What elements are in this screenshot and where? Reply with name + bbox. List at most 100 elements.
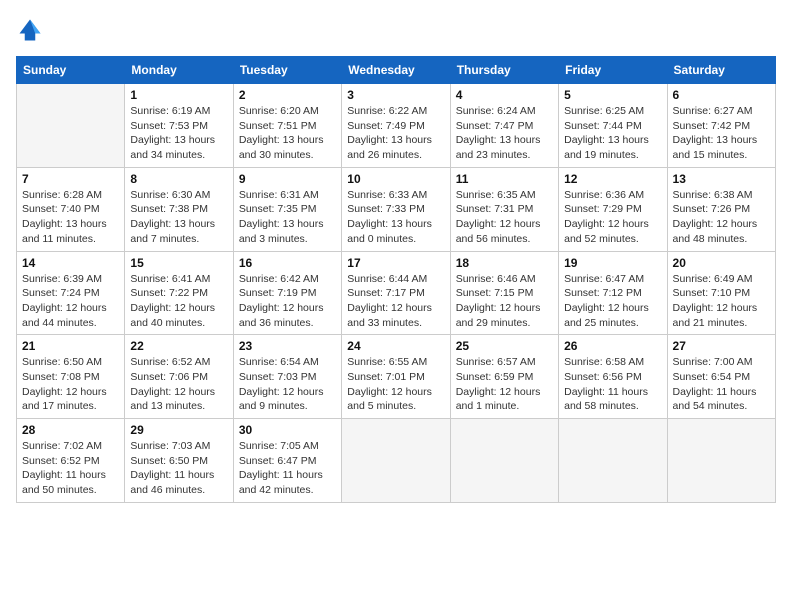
day-number: 23 [239,339,336,353]
calendar-table: SundayMondayTuesdayWednesdayThursdayFrid… [16,56,776,503]
day-number: 24 [347,339,444,353]
day-number: 10 [347,172,444,186]
day-detail: Sunrise: 7:05 AM Sunset: 6:47 PM Dayligh… [239,439,336,498]
calendar-cell: 26 Sunrise: 6:58 AM Sunset: 6:56 PM Dayli… [559,335,667,419]
calendar-cell: 6 Sunrise: 6:27 AM Sunset: 7:42 PM Daylig… [667,84,775,168]
calendar-cell: 12 Sunrise: 6:36 AM Sunset: 7:29 PM Dayli… [559,167,667,251]
day-detail: Sunrise: 6:38 AM Sunset: 7:26 PM Dayligh… [673,188,770,247]
calendar-cell [667,419,775,503]
calendar-cell: 13 Sunrise: 6:38 AM Sunset: 7:26 PM Dayli… [667,167,775,251]
day-number: 5 [564,88,661,102]
day-detail: Sunrise: 6:35 AM Sunset: 7:31 PM Dayligh… [456,188,553,247]
weekday-header-monday: Monday [125,57,233,84]
day-number: 15 [130,256,227,270]
week-row-5: 28 Sunrise: 7:02 AM Sunset: 6:52 PM Dayli… [17,419,776,503]
day-detail: Sunrise: 6:41 AM Sunset: 7:22 PM Dayligh… [130,272,227,331]
day-detail: Sunrise: 6:25 AM Sunset: 7:44 PM Dayligh… [564,104,661,163]
day-detail: Sunrise: 6:19 AM Sunset: 7:53 PM Dayligh… [130,104,227,163]
calendar-cell: 19 Sunrise: 6:47 AM Sunset: 7:12 PM Dayli… [559,251,667,335]
calendar-cell: 23 Sunrise: 6:54 AM Sunset: 7:03 PM Dayli… [233,335,341,419]
day-number: 22 [130,339,227,353]
day-number: 12 [564,172,661,186]
day-detail: Sunrise: 6:49 AM Sunset: 7:10 PM Dayligh… [673,272,770,331]
calendar-cell [17,84,125,168]
calendar-cell [450,419,558,503]
calendar-cell: 25Sunrise: 6:57 AM Sunset: 6:59 PM Dayli… [450,335,558,419]
day-detail: Sunrise: 6:44 AM Sunset: 7:17 PM Dayligh… [347,272,444,331]
calendar-cell [559,419,667,503]
day-detail: Sunrise: 6:27 AM Sunset: 7:42 PM Dayligh… [673,104,770,163]
day-detail: Sunrise: 6:47 AM Sunset: 7:12 PM Dayligh… [564,272,661,331]
calendar-cell: 27 Sunrise: 7:00 AM Sunset: 6:54 PM Dayli… [667,335,775,419]
day-detail: Sunrise: 6:39 AM Sunset: 7:24 PM Dayligh… [22,272,119,331]
day-number: 6 [673,88,770,102]
calendar-cell: 17 Sunrise: 6:44 AM Sunset: 7:17 PM Dayli… [342,251,450,335]
calendar-cell: 8 Sunrise: 6:30 AM Sunset: 7:38 PM Daylig… [125,167,233,251]
calendar-cell: 14 Sunrise: 6:39 AM Sunset: 7:24 PM Dayli… [17,251,125,335]
page-header [16,16,776,44]
weekday-header-sunday: Sunday [17,57,125,84]
day-detail: Sunrise: 6:20 AM Sunset: 7:51 PM Dayligh… [239,104,336,163]
day-number: 19 [564,256,661,270]
day-number: 9 [239,172,336,186]
weekday-header-friday: Friday [559,57,667,84]
day-number: 17 [347,256,444,270]
calendar-cell: 4Sunrise: 6:24 AM Sunset: 7:47 PM Daylig… [450,84,558,168]
day-detail: Sunrise: 6:36 AM Sunset: 7:29 PM Dayligh… [564,188,661,247]
week-row-4: 21 Sunrise: 6:50 AM Sunset: 7:08 PM Dayli… [17,335,776,419]
week-row-1: 1 Sunrise: 6:19 AM Sunset: 7:53 PM Daylig… [17,84,776,168]
calendar-cell: 3Sunrise: 6:22 AM Sunset: 7:49 PM Daylig… [342,84,450,168]
day-number: 27 [673,339,770,353]
day-detail: Sunrise: 6:46 AM Sunset: 7:15 PM Dayligh… [456,272,553,331]
day-number: 29 [130,423,227,437]
day-detail: Sunrise: 7:00 AM Sunset: 6:54 PM Dayligh… [673,355,770,414]
day-detail: Sunrise: 6:33 AM Sunset: 7:33 PM Dayligh… [347,188,444,247]
calendar-cell: 28 Sunrise: 7:02 AM Sunset: 6:52 PM Dayli… [17,419,125,503]
day-number: 30 [239,423,336,437]
calendar-cell: 7 Sunrise: 6:28 AM Sunset: 7:40 PM Daylig… [17,167,125,251]
weekday-header-tuesday: Tuesday [233,57,341,84]
calendar-cell: 18 Sunrise: 6:46 AM Sunset: 7:15 PM Dayli… [450,251,558,335]
calendar-cell: 15 Sunrise: 6:41 AM Sunset: 7:22 PM Dayli… [125,251,233,335]
logo [16,16,48,44]
day-number: 21 [22,339,119,353]
weekday-header-thursday: Thursday [450,57,558,84]
day-detail: Sunrise: 6:50 AM Sunset: 7:08 PM Dayligh… [22,355,119,414]
day-detail: Sunrise: 6:42 AM Sunset: 7:19 PM Dayligh… [239,272,336,331]
weekday-header-wednesday: Wednesday [342,57,450,84]
calendar-cell: 20 Sunrise: 6:49 AM Sunset: 7:10 PM Dayli… [667,251,775,335]
day-detail: Sunrise: 6:28 AM Sunset: 7:40 PM Dayligh… [22,188,119,247]
day-number: 14 [22,256,119,270]
day-detail: Sunrise: 7:02 AM Sunset: 6:52 PM Dayligh… [22,439,119,498]
calendar-cell: 2Sunrise: 6:20 AM Sunset: 7:51 PM Daylig… [233,84,341,168]
calendar-cell: 16Sunrise: 6:42 AM Sunset: 7:19 PM Dayli… [233,251,341,335]
calendar-cell: 21 Sunrise: 6:50 AM Sunset: 7:08 PM Dayli… [17,335,125,419]
day-number: 1 [130,88,227,102]
day-detail: Sunrise: 6:24 AM Sunset: 7:47 PM Dayligh… [456,104,553,163]
day-detail: Sunrise: 7:03 AM Sunset: 6:50 PM Dayligh… [130,439,227,498]
calendar-cell: 30 Sunrise: 7:05 AM Sunset: 6:47 PM Dayli… [233,419,341,503]
day-number: 20 [673,256,770,270]
day-number: 18 [456,256,553,270]
calendar-cell: 22 Sunrise: 6:52 AM Sunset: 7:06 PM Dayli… [125,335,233,419]
calendar-cell: 5 Sunrise: 6:25 AM Sunset: 7:44 PM Daylig… [559,84,667,168]
day-detail: Sunrise: 6:54 AM Sunset: 7:03 PM Dayligh… [239,355,336,414]
calendar-cell: 11Sunrise: 6:35 AM Sunset: 7:31 PM Dayli… [450,167,558,251]
day-number: 26 [564,339,661,353]
calendar-cell: 10 Sunrise: 6:33 AM Sunset: 7:33 PM Dayli… [342,167,450,251]
weekday-header-row: SundayMondayTuesdayWednesdayThursdayFrid… [17,57,776,84]
day-number: 13 [673,172,770,186]
calendar-cell: 1 Sunrise: 6:19 AM Sunset: 7:53 PM Daylig… [125,84,233,168]
calendar-cell [342,419,450,503]
day-detail: Sunrise: 6:31 AM Sunset: 7:35 PM Dayligh… [239,188,336,247]
day-number: 28 [22,423,119,437]
logo-icon [16,16,44,44]
day-number: 7 [22,172,119,186]
calendar-cell: 24 Sunrise: 6:55 AM Sunset: 7:01 PM Dayli… [342,335,450,419]
day-detail: Sunrise: 6:22 AM Sunset: 7:49 PM Dayligh… [347,104,444,163]
day-detail: Sunrise: 6:58 AM Sunset: 6:56 PM Dayligh… [564,355,661,414]
day-detail: Sunrise: 6:55 AM Sunset: 7:01 PM Dayligh… [347,355,444,414]
day-detail: Sunrise: 6:52 AM Sunset: 7:06 PM Dayligh… [130,355,227,414]
day-number: 8 [130,172,227,186]
day-detail: Sunrise: 6:30 AM Sunset: 7:38 PM Dayligh… [130,188,227,247]
